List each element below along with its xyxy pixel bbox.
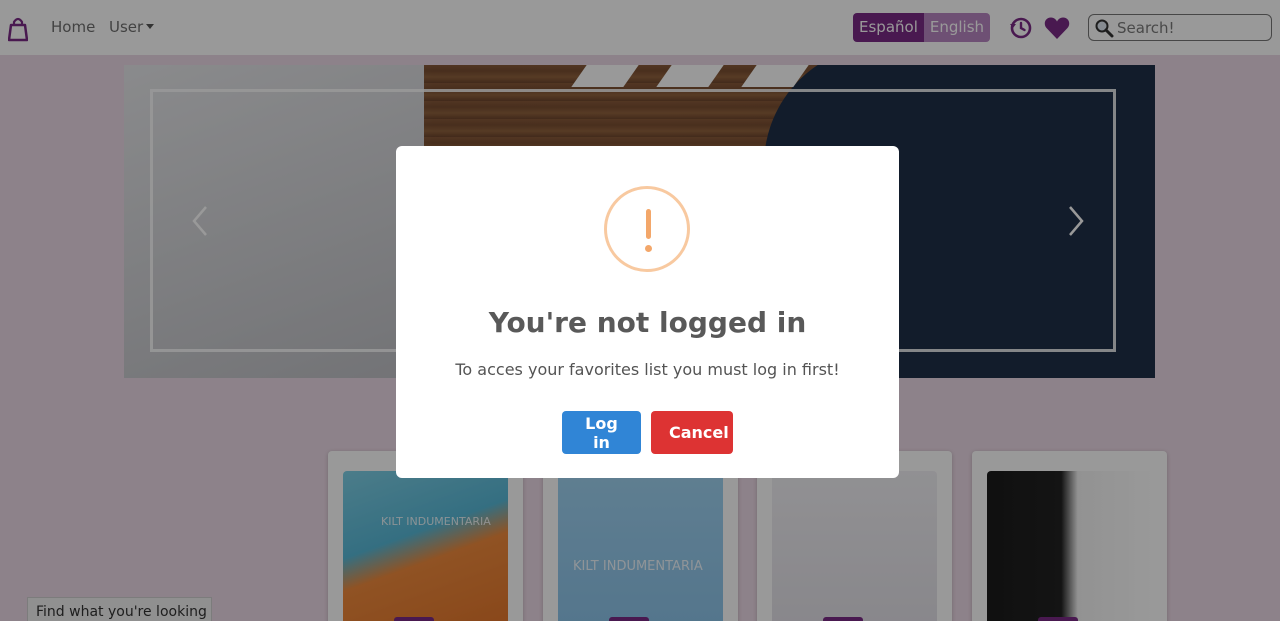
warning-icon-bar bbox=[646, 209, 651, 239]
modal-title: You're not logged in bbox=[488, 306, 807, 339]
warning-icon-dot bbox=[645, 245, 652, 252]
modal-text: To acces your favorites list you must lo… bbox=[455, 360, 840, 379]
login-button[interactable]: Log in bbox=[562, 411, 641, 454]
cancel-button[interactable]: Cancel bbox=[651, 411, 733, 454]
warning-icon bbox=[604, 186, 690, 272]
login-required-modal: You're not logged in To acces your favor… bbox=[396, 146, 899, 478]
